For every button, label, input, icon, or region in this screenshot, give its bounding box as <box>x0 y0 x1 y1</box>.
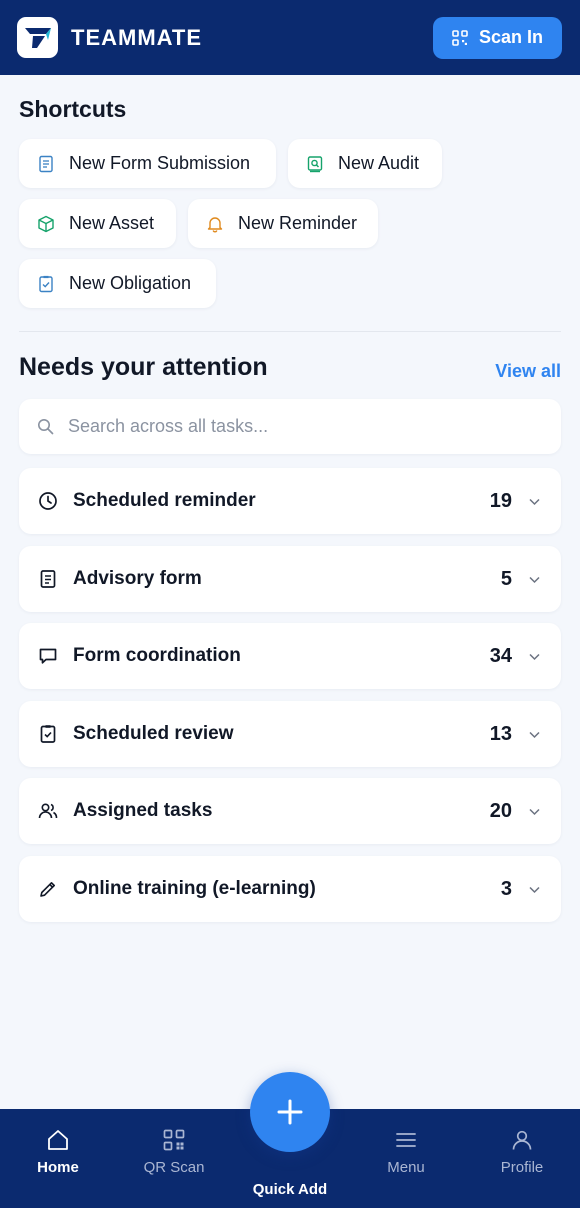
nav-label: Profile <box>500 1159 544 1176</box>
document-icon <box>40 570 56 588</box>
chevron-down-icon <box>529 653 540 660</box>
task-count: 34 <box>489 644 512 667</box>
quick-add-label: Quick Add <box>252 1181 328 1198</box>
clipboard-check-icon <box>39 275 53 292</box>
audit-search-icon <box>307 155 323 172</box>
qr-icon <box>163 1129 185 1151</box>
task-count: 5 <box>500 567 512 590</box>
chevron-down-icon <box>529 498 540 505</box>
shortcut-new-audit[interactable]: New Audit <box>288 139 442 188</box>
shortcuts-title: Shortcuts <box>19 96 127 122</box>
task-row-scheduled-reminder[interactable]: Scheduled reminder 19 <box>19 468 561 534</box>
nav-label: QR Scan <box>143 1159 205 1176</box>
brand: TEAMMATE <box>17 17 202 58</box>
nav-home[interactable]: Home <box>13 1128 103 1176</box>
menu-icon <box>396 1133 416 1147</box>
chevron-down-icon <box>529 886 540 893</box>
app-header: TEAMMATE Scan In <box>0 0 580 75</box>
search-icon <box>38 419 54 435</box>
nav-qr-scan[interactable]: QR Scan <box>129 1128 219 1176</box>
attention-title: Needs your attention <box>19 353 268 381</box>
task-label: Online training (e-learning) <box>73 878 316 899</box>
task-row-advisory-form[interactable]: Advisory form 5 <box>19 546 561 612</box>
home-icon <box>48 1130 68 1150</box>
shortcut-label: New Reminder <box>238 213 358 233</box>
task-label: Advisory form <box>73 568 202 589</box>
nav-menu[interactable]: Menu <box>361 1128 451 1176</box>
shortcut-new-obligation[interactable]: New Obligation <box>19 259 216 308</box>
plus-icon <box>277 1099 303 1125</box>
chevron-down-icon <box>529 808 540 815</box>
scan-in-label: Scan In <box>478 27 544 47</box>
task-count: 20 <box>489 799 512 822</box>
clipboard-check-icon <box>40 725 56 743</box>
task-search-input[interactable] <box>68 416 528 437</box>
clock-icon <box>39 492 57 510</box>
task-row-scheduled-review[interactable]: Scheduled review 13 <box>19 701 561 767</box>
task-search-box <box>19 399 561 454</box>
nav-profile[interactable]: Profile <box>477 1128 567 1176</box>
chevron-down-icon <box>529 576 540 583</box>
task-row-online-training[interactable]: Online training (e-learning) 3 <box>19 856 561 922</box>
nav-label: Menu <box>387 1159 425 1176</box>
section-divider <box>19 331 561 332</box>
cube-icon <box>38 215 54 232</box>
users-icon <box>38 803 58 819</box>
brand-name: TEAMMATE <box>71 24 203 50</box>
chat-icon <box>39 648 57 664</box>
task-label: Assigned tasks <box>73 800 213 821</box>
quick-add-button[interactable] <box>250 1072 330 1152</box>
task-row-form-coordination[interactable]: Form coordination 34 <box>19 623 561 689</box>
shortcut-label: New Obligation <box>69 273 192 293</box>
document-icon <box>39 155 53 172</box>
chevron-down-icon <box>529 731 540 738</box>
view-all-link[interactable]: View all <box>495 361 561 382</box>
task-count: 19 <box>489 489 512 512</box>
task-label: Scheduled review <box>73 723 234 744</box>
shortcut-new-reminder[interactable]: New Reminder <box>188 199 378 248</box>
nav-label: Home <box>37 1159 79 1176</box>
shortcut-new-asset[interactable]: New Asset <box>19 199 176 248</box>
teammate-logo-icon <box>24 27 51 48</box>
task-row-assigned-tasks[interactable]: Assigned tasks 20 <box>19 778 561 844</box>
shortcut-label: New Form Submission <box>69 153 251 173</box>
bell-icon <box>207 216 223 232</box>
qr-icon <box>452 29 468 46</box>
shortcut-label: New Asset <box>69 213 155 233</box>
user-icon <box>512 1130 532 1150</box>
shortcut-label: New Audit <box>338 153 420 173</box>
task-count: 3 <box>500 877 512 900</box>
scan-in-button[interactable]: Scan In <box>433 16 562 59</box>
task-label: Form coordination <box>73 645 241 666</box>
pencil-icon <box>40 882 55 897</box>
task-label: Scheduled reminder <box>73 490 256 511</box>
shortcut-new-form-submission[interactable]: New Form Submission <box>19 139 276 188</box>
teammate-logo <box>17 17 58 58</box>
task-count: 13 <box>489 722 512 745</box>
